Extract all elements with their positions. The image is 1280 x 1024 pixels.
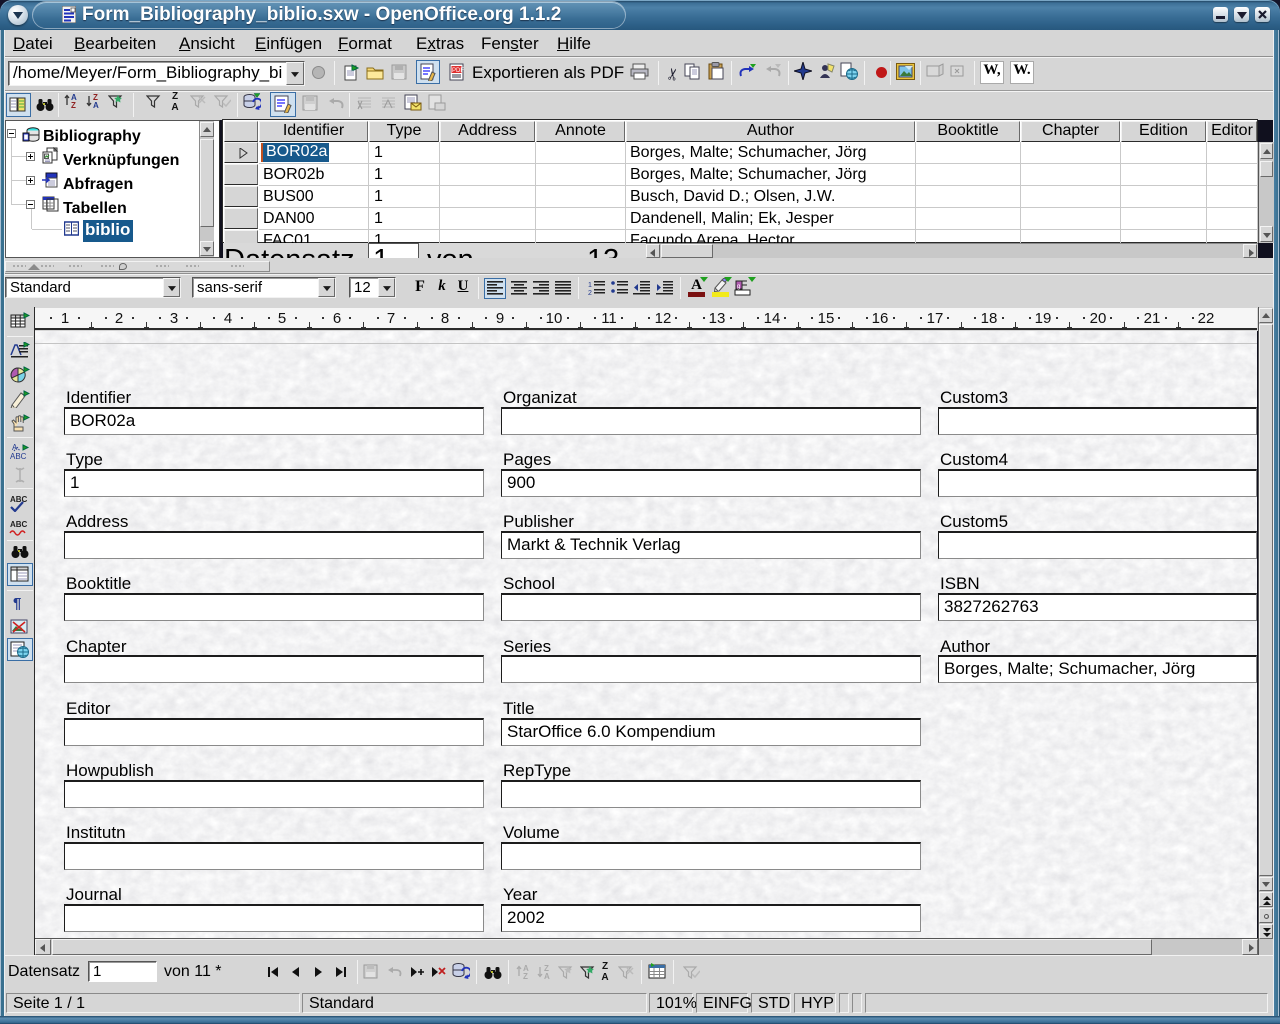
svg-text:Z: Z xyxy=(71,101,76,108)
svg-text:1: 1 xyxy=(588,282,592,289)
svg-text:ABC: ABC xyxy=(10,495,28,504)
svg-text:ABC: ABC xyxy=(10,520,28,529)
svg-text:A: A xyxy=(544,972,550,979)
svg-text:A: A xyxy=(93,101,99,108)
svg-text:PDF: PDF xyxy=(452,68,464,74)
svg-text:g: g xyxy=(737,284,740,290)
svg-text:2: 2 xyxy=(588,290,592,295)
svg-text:ABC: ABC xyxy=(10,452,27,460)
svg-text:Z: Z xyxy=(523,972,528,979)
